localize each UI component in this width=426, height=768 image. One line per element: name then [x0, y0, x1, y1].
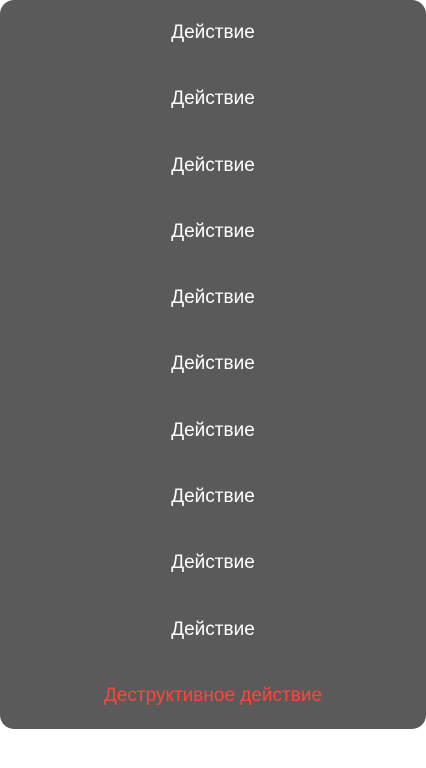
action-button[interactable]: Действие: [0, 398, 426, 464]
action-sheet: Действие Действие Действие Действие Дейс…: [0, 0, 426, 729]
action-button[interactable]: Действие: [0, 133, 426, 199]
action-button[interactable]: Действие: [0, 265, 426, 331]
action-button[interactable]: Действие: [0, 66, 426, 132]
action-button[interactable]: Действие: [0, 530, 426, 596]
action-button[interactable]: Действие: [0, 331, 426, 397]
destructive-action-button[interactable]: Деструктивное действие: [0, 663, 426, 729]
action-button[interactable]: Действие: [0, 199, 426, 265]
action-button[interactable]: Действие: [0, 596, 426, 662]
action-button[interactable]: Действие: [0, 0, 426, 66]
action-button[interactable]: Действие: [0, 464, 426, 530]
